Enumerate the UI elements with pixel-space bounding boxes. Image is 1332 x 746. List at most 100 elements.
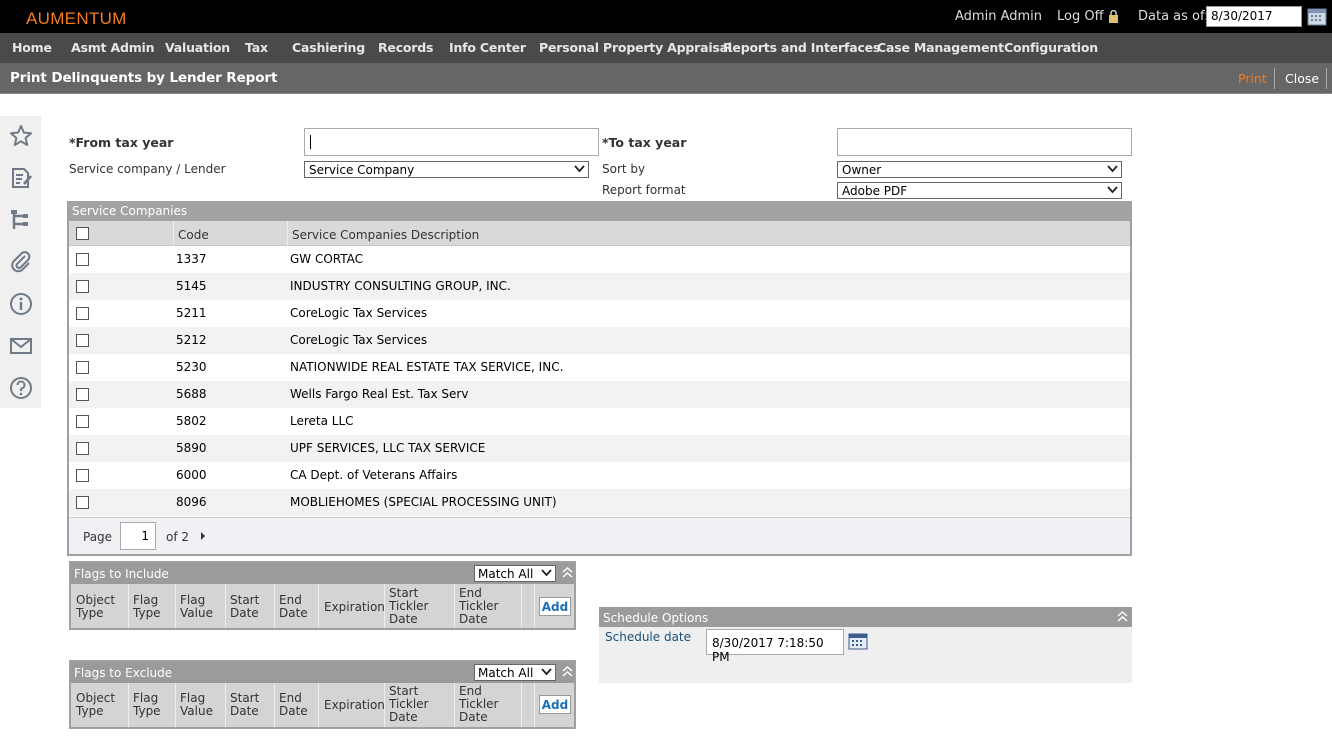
app-logo: AUMENTUM (26, 9, 127, 28)
close-button[interactable]: Close (1285, 71, 1319, 86)
sort-by-select[interactable]: Owner (837, 161, 1122, 178)
column-divider (534, 584, 535, 628)
nav-valuation[interactable]: Valuation (165, 40, 230, 55)
nav-personal-property-appraisal[interactable]: Personal Property Appraisal (539, 40, 732, 55)
column-divider (534, 683, 535, 727)
nav-home[interactable]: Home (12, 40, 52, 55)
table-row[interactable]: 1337 GW CORTAC (69, 246, 1130, 273)
column-divider (454, 584, 455, 628)
row-description: CoreLogic Tax Services (290, 333, 428, 347)
match-value: Match All (478, 666, 534, 680)
nav-records[interactable]: Records (378, 40, 433, 55)
logoff-link[interactable]: Log Off (1057, 9, 1119, 24)
row-checkbox[interactable] (76, 280, 89, 293)
paperclip-icon[interactable] (8, 249, 34, 275)
column-header-code[interactable]: Code (178, 228, 209, 242)
row-checkbox[interactable] (76, 415, 89, 428)
print-button[interactable]: Print (1238, 71, 1267, 86)
collapse-icon[interactable] (1117, 611, 1128, 622)
match-value: Match All (478, 567, 534, 581)
table-row[interactable]: 8096 MOBLIEHOMES (SPECIAL PROCESSING UNI… (69, 489, 1130, 516)
row-checkbox[interactable] (76, 496, 89, 509)
from-tax-year-input[interactable] (304, 128, 599, 156)
page-label: Page (83, 530, 113, 544)
help-icon[interactable] (8, 375, 34, 401)
row-checkbox[interactable] (76, 334, 89, 347)
nav-cashiering[interactable]: Cashiering (292, 40, 365, 55)
col-end-tickler-date: End Tickler Date (459, 586, 499, 626)
collapse-icon[interactable] (562, 567, 573, 578)
nav-configuration[interactable]: Configuration (1004, 40, 1098, 55)
collapse-icon[interactable] (562, 666, 573, 677)
nav-tax[interactable]: Tax (245, 40, 268, 55)
table-row[interactable]: 5230 NATIONWIDE REAL ESTATE TAX SERVICE,… (69, 354, 1130, 381)
row-checkbox[interactable] (76, 307, 89, 320)
row-checkbox[interactable] (76, 442, 89, 455)
table-row[interactable]: 5688 Wells Fargo Real Est. Tax Serv (69, 381, 1130, 408)
row-checkbox[interactable] (76, 361, 89, 374)
row-checkbox[interactable] (76, 469, 89, 482)
row-description: INDUSTRY CONSULTING GROUP, INC. (290, 279, 511, 293)
schedule-options-panel: Schedule Options Schedule date 8/30/2017… (599, 607, 1132, 683)
col-end-tickler-date: End Tickler Date (459, 684, 499, 724)
row-description: NATIONWIDE REAL ESTATE TAX SERVICE, INC. (290, 360, 564, 374)
row-description: CA Dept. of Veterans Affairs (290, 468, 458, 482)
row-description: GW CORTAC (290, 252, 364, 266)
schedule-options-title: Schedule Options (603, 611, 709, 625)
edit-document-icon[interactable] (8, 165, 34, 191)
table-row[interactable]: 6000 CA Dept. of Veterans Affairs (69, 462, 1130, 489)
table-row[interactable]: 5802 Lereta LLC (69, 408, 1130, 435)
col-flag-type: Flag Type (133, 593, 161, 620)
row-checkbox[interactable] (76, 388, 89, 401)
add-flag-include-button[interactable]: Add (539, 597, 571, 616)
column-divider (175, 584, 176, 628)
table-row[interactable]: 5212 CoreLogic Tax Services (69, 327, 1130, 354)
nav-asmt-admin[interactable]: Asmt Admin (71, 40, 154, 55)
calendar-icon[interactable] (848, 632, 868, 650)
flags-exclude-match-select[interactable]: Match All (474, 664, 556, 681)
mail-icon[interactable] (8, 333, 34, 359)
schedule-options-header: Schedule Options (599, 607, 1132, 627)
data-as-of-label: Data as of: (1138, 9, 1209, 24)
column-divider (318, 584, 319, 628)
text-cursor (310, 135, 311, 149)
table-row[interactable]: 5145 INDUSTRY CONSULTING GROUP, INC. (69, 273, 1130, 300)
add-flag-exclude-button[interactable]: Add (539, 695, 571, 714)
col-object-type: Object Type (76, 593, 116, 620)
nav-reports-and-interfaces[interactable]: Reports and Interfaces (723, 40, 880, 55)
nav-info-center[interactable]: Info Center (449, 40, 526, 55)
table-row[interactable]: 5211 CoreLogic Tax Services (69, 300, 1130, 327)
row-description: Lereta LLC (290, 414, 354, 428)
user-name[interactable]: Admin Admin (955, 9, 1042, 24)
row-code: 5890 (176, 441, 207, 455)
col-flag-type: Flag Type (133, 691, 161, 718)
nav-case-management[interactable]: Case Management (877, 40, 1004, 55)
table-row[interactable]: 5890 UPF SERVICES, LLC TAX SERVICE (69, 435, 1130, 462)
page-number-input[interactable]: 1 (120, 522, 156, 550)
col-flag-value: Flag Value (180, 691, 213, 718)
info-icon[interactable] (8, 291, 34, 317)
hierarchy-icon[interactable] (8, 207, 34, 233)
star-icon[interactable] (8, 123, 34, 149)
col-end-date: End Date (279, 691, 308, 718)
select-all-checkbox[interactable] (76, 227, 89, 240)
calendar-icon[interactable] (1307, 6, 1327, 26)
next-page-icon[interactable] (200, 532, 206, 540)
title-divider (1326, 68, 1327, 89)
top-bar: AUMENTUM Admin Admin Log Off Data as of:… (0, 0, 1332, 33)
grid-pager: Page 1 of 2 (69, 517, 1130, 554)
to-tax-year-input[interactable] (837, 128, 1132, 156)
service-lender-select[interactable]: Service Company (304, 161, 589, 178)
column-header-description[interactable]: Service Companies Description (292, 228, 479, 242)
schedule-date-input[interactable]: 8/30/2017 7:18:50 PM (706, 629, 844, 664)
report-format-select[interactable]: Adobe PDF (837, 182, 1122, 199)
row-description: Wells Fargo Real Est. Tax Serv (290, 387, 469, 401)
data-as-of-input[interactable]: 8/30/2017 (1206, 6, 1302, 27)
flags-exclude-title: Flags to Exclude (74, 666, 173, 680)
row-checkbox[interactable] (76, 253, 89, 266)
from-tax-year-label: *From tax year (69, 135, 174, 150)
row-code: 5688 (176, 387, 207, 401)
row-code: 5211 (176, 306, 207, 320)
column-divider (128, 683, 129, 727)
flags-include-match-select[interactable]: Match All (474, 565, 556, 582)
